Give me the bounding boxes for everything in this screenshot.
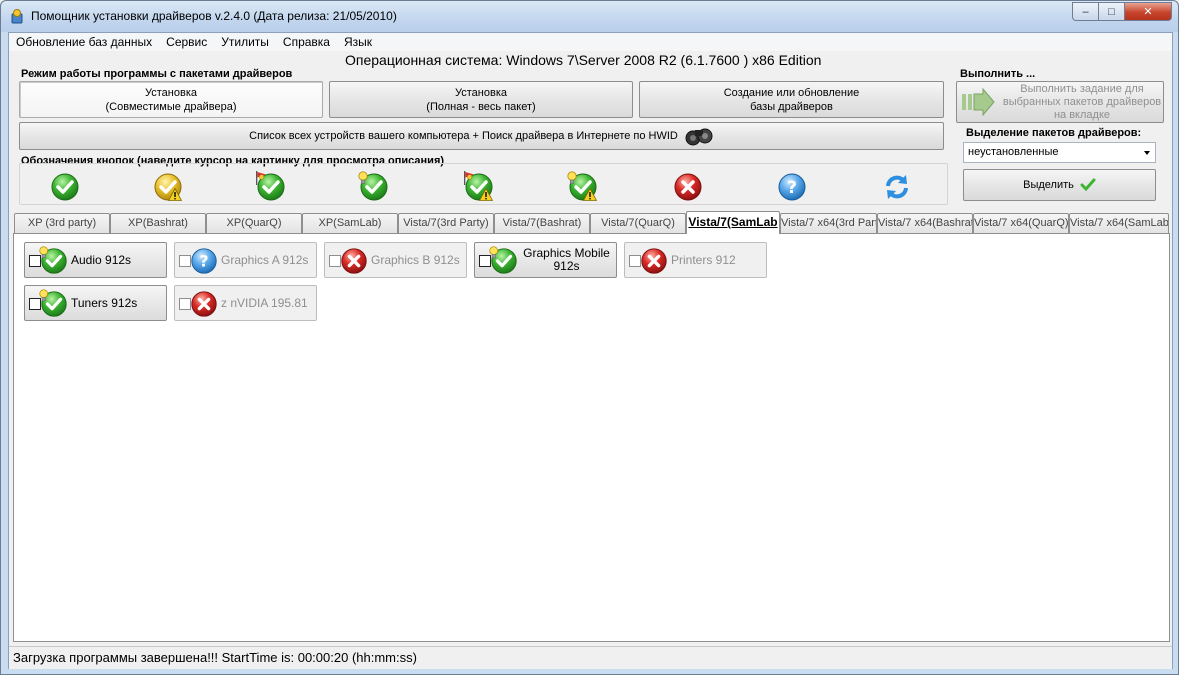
selection-dropdown[interactable]: неустановленные <box>963 142 1156 163</box>
question-icon <box>189 246 219 276</box>
select-packages-button[interactable]: Выделить <box>963 169 1156 201</box>
check-icon[interactable] <box>49 171 81 203</box>
app-window: Помощник установки драйверов v.2.4.0 (Да… <box>0 0 1179 675</box>
package-button-graphics-b[interactable]: Graphics B 912s <box>324 242 467 278</box>
selection-value: неустановленные <box>968 146 1059 158</box>
package-button-nvidia[interactable]: z nVIDIA 195.81 <box>174 285 317 321</box>
bulb-warning-check-icon[interactable] <box>567 171 599 203</box>
tab-vista7-quarq[interactable]: Vista/7(QuarQ) <box>590 213 686 233</box>
status-bar: Загрузка программы завершена!!! StartTim… <box>9 646 1172 669</box>
tab-xp-quarq[interactable]: XP(QuarQ) <box>206 213 302 233</box>
menu-update-databases[interactable]: Обновление баз данных <box>9 33 159 51</box>
window-title: Помощник установки драйверов v.2.4.0 (Да… <box>31 9 397 23</box>
tab-vista7x64-3rd-party[interactable]: Vista/7 x64(3rd Party <box>780 213 877 233</box>
execute-button[interactable]: Выполнить задание для выбранных пакетов … <box>956 81 1164 123</box>
select-button-label: Выделить <box>1023 179 1074 191</box>
package-label: Graphics Mobile 912s <box>523 246 610 273</box>
bulb-check-icon <box>39 246 69 276</box>
maximize-button[interactable]: □ <box>1099 2 1125 21</box>
error-icon <box>189 289 219 319</box>
mode-button-line2: (Совместимые драйвера) <box>105 100 237 113</box>
execute-label: Выполнить ... <box>960 68 1036 80</box>
status-text: Загрузка программы завершена!!! StartTim… <box>13 650 417 665</box>
warning-check-icon[interactable] <box>152 171 184 203</box>
tab-vista7-samlab[interactable]: Vista/7(SamLab <box>686 211 780 234</box>
error-icon <box>339 246 369 276</box>
package-button-audio[interactable]: Audio 912s <box>24 242 167 278</box>
flag-warning-check-icon[interactable] <box>463 171 495 203</box>
app-icon <box>11 9 23 24</box>
tab-vista7x64-quarq[interactable]: Vista/7 x64(QuarQ) <box>973 213 1069 233</box>
client-area: Обновление баз данных Сервис Утилиты Спр… <box>8 32 1173 669</box>
package-label: Graphics A 912s <box>221 252 309 267</box>
menu-bar: Обновление баз данных Сервис Утилиты Спр… <box>9 33 1172 51</box>
execute-button-label: Выполнить задание для выбранных пакетов … <box>1002 82 1162 121</box>
mode-group-label: Режим работы программы с пакетами драйве… <box>21 68 293 80</box>
package-button-graphics-a[interactable]: Graphics A 912s <box>174 242 317 278</box>
menu-service[interactable]: Сервис <box>159 33 214 51</box>
arrow-right-icon <box>962 88 995 116</box>
tab-vista7-bashrat[interactable]: Vista/7(Bashrat) <box>494 213 590 233</box>
mode-install-full-button[interactable]: Установка (Полная - весь пакет) <box>329 81 633 118</box>
package-label: Printers 912 <box>671 252 736 267</box>
question-icon[interactable] <box>776 171 808 203</box>
package-button-tuners[interactable]: Tuners 912s <box>24 285 167 321</box>
selection-label: Выделение пакетов драйверов: <box>966 127 1142 139</box>
chevron-down-icon <box>1144 151 1150 155</box>
bulb-check-icon <box>39 289 69 319</box>
tab-vista7x64-samlab[interactable]: Vista/7 x64(SamLab <box>1069 213 1169 233</box>
mode-button-line2: (Полная - весь пакет) <box>426 100 536 113</box>
binoculars-icon <box>685 128 713 146</box>
menu-language[interactable]: Язык <box>337 33 379 51</box>
package-label: z nVIDIA 195.81 <box>221 295 308 310</box>
refresh-icon[interactable] <box>881 171 913 203</box>
tab-xp-samlab[interactable]: XP(SamLab) <box>302 213 398 233</box>
mode-button-line1: Создание или обновление <box>723 86 860 99</box>
menu-help[interactable]: Справка <box>276 33 337 51</box>
tab-xp-3rd-party[interactable]: XP (3rd party) <box>14 213 110 233</box>
tab-vista7-3rd-party[interactable]: Vista/7(3rd Party) <box>398 213 494 233</box>
mode-button-line1: Установка <box>455 86 507 99</box>
mode-button-line2: базы драйверов <box>750 100 833 113</box>
close-button[interactable]: ✕ <box>1125 2 1172 21</box>
packages-panel: Audio 912s Graphics A 912s Graphics B 91… <box>13 233 1170 642</box>
package-button-printers[interactable]: Printers 912 <box>624 242 767 278</box>
device-list-label: Список всех устройств вашего компьютера … <box>249 130 678 142</box>
package-button-graphics-mobile[interactable]: Graphics Mobile 912s <box>474 242 617 278</box>
package-label: Tuners 912s <box>71 295 138 310</box>
os-info: Операционная система: Windows 7\Server 2… <box>345 52 822 68</box>
check-icon <box>1080 178 1096 192</box>
tab-vista7x64-bashrat[interactable]: Vista/7 x64(Bashrat <box>877 213 973 233</box>
bulb-check-icon <box>489 246 519 276</box>
package-label: Graphics B 912s <box>371 252 460 267</box>
mode-install-compatible-button[interactable]: Установка (Совместимые драйвера) <box>19 81 323 118</box>
mode-button-line1: Установка <box>145 86 197 99</box>
error-icon <box>639 246 669 276</box>
title-bar[interactable]: Помощник установки драйверов v.2.4.0 (Да… <box>1 1 1178 32</box>
device-list-button[interactable]: Список всех устройств вашего компьютера … <box>19 122 944 150</box>
package-label: Audio 912s <box>71 252 132 267</box>
minimize-button[interactable]: ‒ <box>1072 2 1099 21</box>
tab-xp-bashrat[interactable]: XP(Bashrat) <box>110 213 206 233</box>
menu-utilities[interactable]: Утилиты <box>214 33 276 51</box>
error-icon[interactable] <box>672 171 704 203</box>
bulb-check-icon[interactable] <box>358 171 390 203</box>
mode-create-database-button[interactable]: Создание или обновление базы драйверов <box>639 81 944 118</box>
flag-check-icon[interactable] <box>255 171 287 203</box>
tab-strip: XP (3rd party) XP(Bashrat) XP(QuarQ) XP(… <box>13 211 1171 234</box>
